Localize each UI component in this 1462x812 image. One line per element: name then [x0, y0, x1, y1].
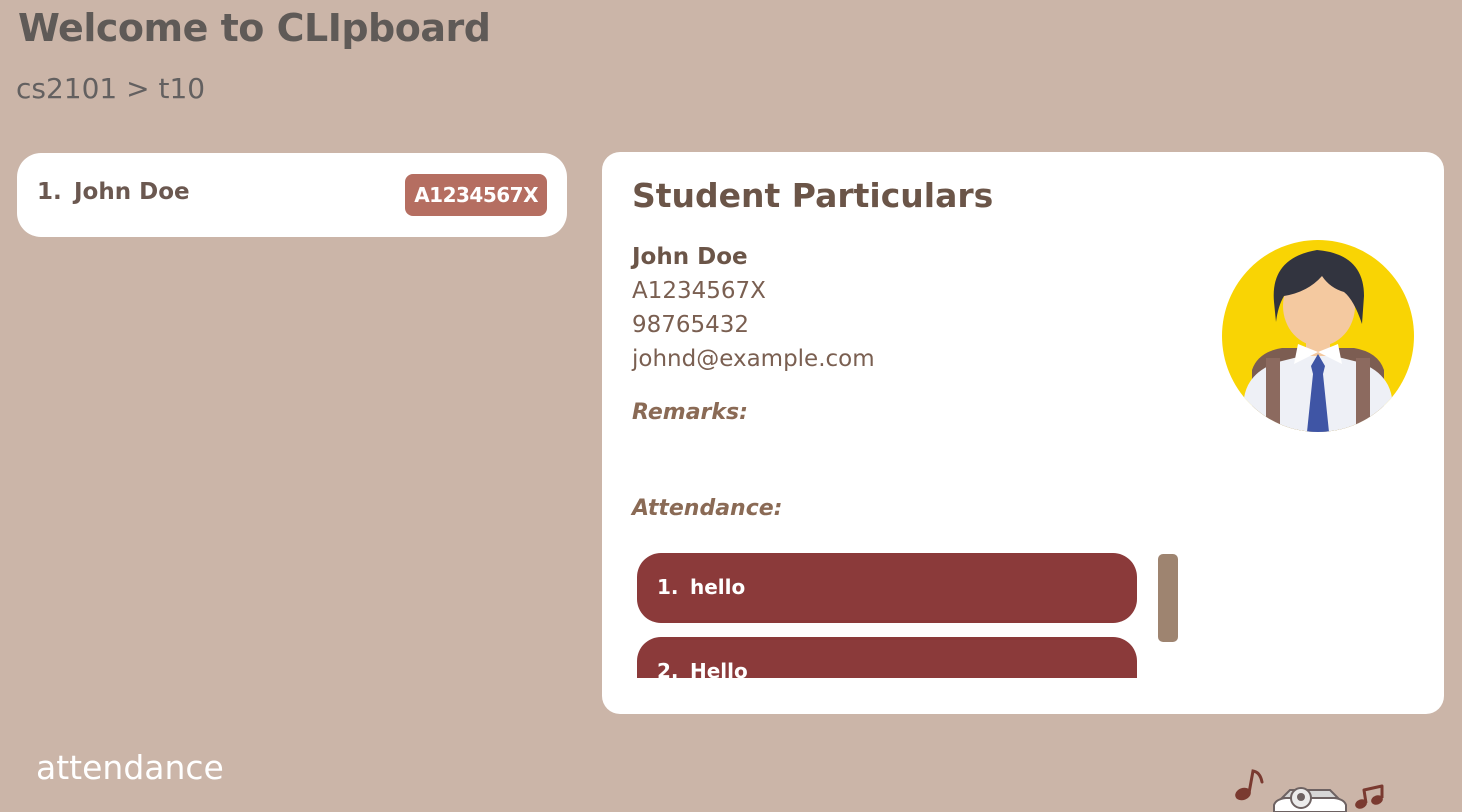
attendance-item[interactable]: 1. hello	[637, 553, 1137, 623]
student-email: johnd@example.com	[632, 346, 875, 372]
student-list-index: 1.	[37, 179, 62, 205]
student-list-name: John Doe	[74, 179, 190, 205]
attendance-index: 1.	[657, 575, 679, 599]
attendance-list[interactable]: 1. hello 2. Hello	[637, 552, 1139, 678]
attendance-text: Hello	[690, 659, 748, 678]
student-particulars-panel: Student Particulars John Doe A1234567X 9…	[602, 152, 1444, 714]
student-phone: 98765432	[632, 312, 750, 338]
particulars-title: Student Particulars	[632, 176, 994, 215]
command-text[interactable]: attendance	[36, 748, 224, 787]
attendance-index: 2.	[657, 659, 679, 678]
attendance-item[interactable]: 2. Hello	[637, 637, 1137, 678]
student-name: John Doe	[632, 244, 748, 270]
breadcrumb: cs2101 > t10	[16, 72, 206, 105]
student-id-badge: A1234567X	[405, 174, 547, 216]
clipboard-music-icon	[1235, 769, 1384, 812]
welcome-title: Welcome to CLIpboard	[18, 6, 491, 50]
attendance-label: Attendance:	[632, 496, 783, 521]
attendance-text: hello	[690, 575, 746, 599]
student-avatar-icon	[1222, 240, 1414, 432]
student-id: A1234567X	[632, 278, 766, 304]
student-list-panel: 1. John Doe A1234567X	[17, 153, 567, 237]
remarks-label: Remarks:	[632, 400, 748, 425]
attendance-scrollbar[interactable]	[1158, 554, 1178, 642]
